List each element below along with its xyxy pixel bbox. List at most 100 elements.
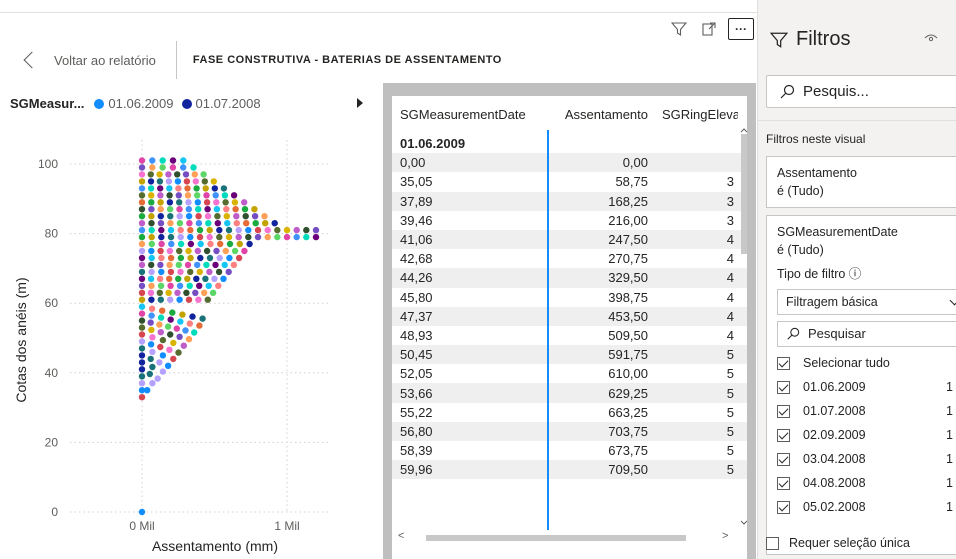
data-point <box>157 199 164 206</box>
table-cell: 663,25 <box>608 404 648 420</box>
data-point <box>204 296 211 303</box>
scroll-right-icon[interactable]: > <box>722 530 728 542</box>
more-options-icon[interactable]: ··· <box>728 18 754 40</box>
data-point <box>146 370 153 378</box>
column-header-ringelev[interactable]: SGRingEleva <box>652 107 738 122</box>
data-point <box>174 289 181 296</box>
data-point <box>147 289 155 296</box>
legend-label-1[interactable]: 01.06.2009 <box>108 96 173 111</box>
data-point <box>243 220 250 227</box>
single-select-option[interactable]: Requer seleção única <box>766 536 910 550</box>
data-point <box>210 178 217 185</box>
data-point <box>176 333 183 340</box>
filter-value-count: 1 <box>946 500 953 514</box>
table-cell: 5 <box>726 423 734 439</box>
filter-field-value: é (Tudo) <box>777 243 824 257</box>
report-header: Voltar ao relatório FASE CONSTRUTIVA - B… <box>0 40 740 80</box>
data-point <box>245 226 252 234</box>
table-row: 44,26 329,50 4 <box>392 268 747 288</box>
data-point <box>203 261 210 269</box>
data-point <box>224 220 231 227</box>
data-point <box>138 233 146 241</box>
data-point <box>147 178 155 185</box>
checkbox-checked[interactable] <box>777 428 790 442</box>
scroll-left-icon[interactable]: < <box>398 530 404 542</box>
filters-search-input[interactable]: Pesquis... <box>766 75 956 108</box>
data-point <box>138 206 146 213</box>
legend-next-arrow-icon[interactable] <box>357 98 363 108</box>
data-point <box>194 247 201 255</box>
checkbox-checked[interactable] <box>777 356 790 370</box>
data-point <box>176 220 184 227</box>
data-point <box>216 226 223 234</box>
page-title: FASE CONSTRUTIVA - BATERIAS DE ASSENTAME… <box>192 54 502 66</box>
data-point <box>175 349 182 356</box>
data-point <box>226 254 233 262</box>
checkbox-checked[interactable] <box>777 476 790 490</box>
data-point <box>202 185 209 192</box>
legend-label-2[interactable]: 01.07.2008 <box>196 96 261 111</box>
data-point <box>185 206 192 213</box>
filter-values-search-input[interactable]: Pesquisar <box>777 321 956 347</box>
horizontal-scrollbar[interactable]: < > <box>394 530 738 544</box>
back-to-report-button[interactable]: Voltar ao relatório <box>20 51 156 69</box>
data-point <box>177 233 184 241</box>
filter-value-item[interactable]: 02.09.2009 1 <box>777 423 955 447</box>
data-point <box>293 226 300 234</box>
checkbox-checked[interactable] <box>777 500 790 514</box>
data-point <box>164 362 172 369</box>
data-point <box>167 331 174 338</box>
data-point <box>194 192 201 199</box>
data-point <box>203 192 210 199</box>
filter-value-item[interactable]: 05.02.2008 1 <box>777 495 955 519</box>
data-point <box>138 164 146 171</box>
table-row: 37,89 168,25 3 <box>392 191 747 211</box>
data-point <box>175 185 182 192</box>
table-cell: 216,00 <box>608 212 648 228</box>
horizontal-scroll-thumb[interactable] <box>426 535 686 541</box>
filter-value-item[interactable]: 03.04.2008 1 <box>777 447 955 471</box>
vertical-scroll-thumb[interactable] <box>741 134 747 254</box>
filter-value-item[interactable]: 01.06.2009 1 <box>777 375 955 399</box>
vertical-scrollbar[interactable] <box>740 128 748 528</box>
checkbox-checked[interactable] <box>777 404 790 418</box>
data-point <box>159 352 167 359</box>
data-point <box>184 261 192 269</box>
data-point <box>186 220 193 227</box>
data-point <box>159 307 166 314</box>
filter-type-select[interactable]: Filtragem básica <box>777 289 956 315</box>
data-point <box>235 233 242 241</box>
data-point <box>264 226 271 234</box>
select-all-item[interactable]: Selecionar tudo <box>777 351 955 375</box>
table-row: 52,05 610,00 5 <box>392 364 747 383</box>
table-cell: 5 <box>726 385 734 401</box>
table-cell: 4 <box>726 289 734 305</box>
data-point <box>235 226 242 234</box>
data-point <box>167 282 174 289</box>
data-point <box>251 206 258 213</box>
table-row: 47,37 453,50 4 <box>392 306 747 326</box>
data-point <box>157 185 164 192</box>
checkbox-unchecked[interactable] <box>766 536 779 550</box>
filter-card-assentamento[interactable]: Assentamento é (Tudo) <box>766 156 956 208</box>
checkbox-checked[interactable] <box>777 452 790 466</box>
data-point <box>196 322 203 329</box>
table-cell: 42,68 <box>400 251 433 267</box>
checkbox-checked[interactable] <box>777 380 790 394</box>
x-tick-label: 1 Mil <box>274 519 299 533</box>
data-point <box>195 206 202 213</box>
x-axis-title: Assentamento (mm) <box>152 538 278 554</box>
column-header-assentamento[interactable]: Assentamento <box>548 107 652 122</box>
focus-mode-icon[interactable] <box>698 18 720 40</box>
eye-icon[interactable] <box>924 32 938 46</box>
data-point <box>226 240 234 248</box>
data-point <box>174 178 182 185</box>
filter-field-name[interactable]: SGMeasurementDate <box>777 223 955 241</box>
data-point <box>148 261 155 269</box>
column-header-date[interactable]: SGMeasurementDate <box>392 107 548 122</box>
data-point <box>166 199 174 206</box>
filter-icon <box>770 32 788 48</box>
filter-icon[interactable] <box>668 18 690 40</box>
filter-value-item[interactable]: 01.07.2008 1 <box>777 399 955 423</box>
filter-value-item[interactable]: 04.08.2008 1 <box>777 471 955 495</box>
